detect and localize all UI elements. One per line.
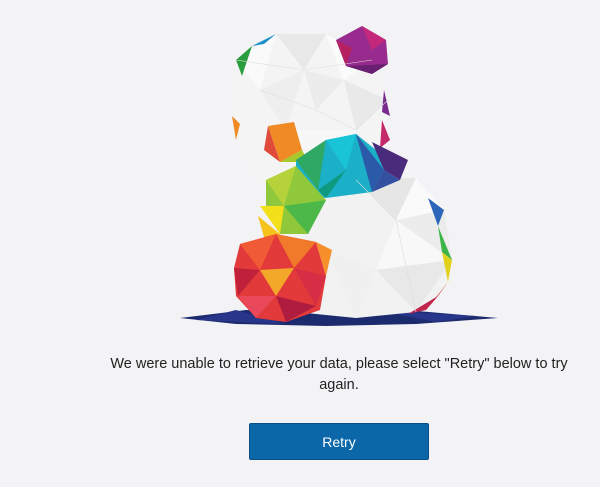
retry-button[interactable]: Retry <box>249 423 429 460</box>
error-message: We were unable to retrieve your data, pl… <box>110 356 568 393</box>
error-page: We were unable to retrieve your data, pl… <box>0 0 600 487</box>
low-poly-rainbow-panda-icon <box>180 26 498 326</box>
